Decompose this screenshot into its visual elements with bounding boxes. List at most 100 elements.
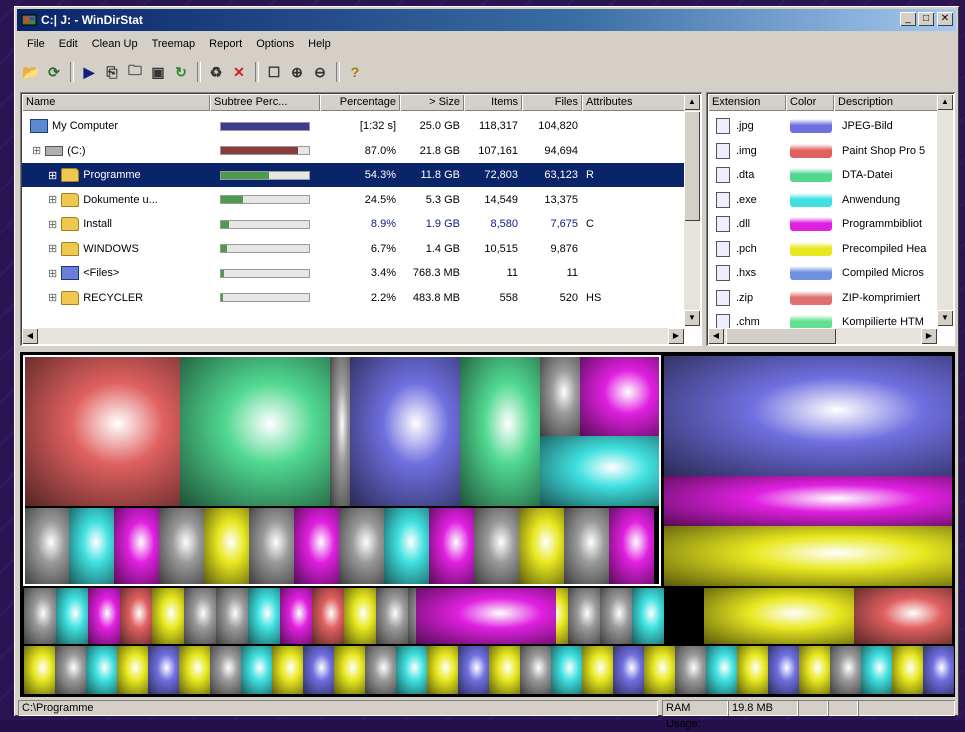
maximize-button[interactable]: □ bbox=[918, 12, 934, 26]
tree-row[interactable]: My Computer [1:32 s] 25.0 GB 118,317 104,820 bbox=[22, 114, 686, 138]
subtree-percentage-cell bbox=[210, 195, 320, 204]
scroll-right-arrow-icon[interactable]: ▶ bbox=[921, 328, 937, 344]
scroll-down-arrow-icon[interactable]: ▼ bbox=[684, 310, 700, 326]
toolbar-separator bbox=[336, 62, 340, 82]
ext-horizontal-scrollbar[interactable]: ◀ ▶ bbox=[708, 328, 937, 344]
subtree-percentage-bar bbox=[220, 244, 310, 253]
help-button[interactable]: ? bbox=[344, 61, 366, 83]
tree-row[interactable]: ⊞ WINDOWS 6.7% 1.4 GB 10,515 9,876 bbox=[22, 237, 686, 261]
menu-report[interactable]: Report bbox=[202, 36, 249, 56]
treemap-tile bbox=[416, 588, 556, 644]
expand-icon[interactable]: ⊞ bbox=[32, 144, 41, 157]
tree-row[interactable]: ⊞ RECYCLER 2.2% 483.8 MB 558 520 HS bbox=[22, 286, 686, 310]
tree-horizontal-scrollbar[interactable]: ◀ ▶ bbox=[22, 328, 684, 344]
extension-name: .exe bbox=[736, 193, 757, 206]
file-type-icon bbox=[716, 216, 730, 232]
properties-button[interactable]: ☐ bbox=[263, 61, 285, 83]
column-header-percentage[interactable]: Percentage bbox=[320, 94, 400, 111]
refresh-button[interactable]: ⟳ bbox=[43, 61, 65, 83]
column-header--size[interactable]: > Size bbox=[400, 94, 464, 111]
explorer-button[interactable]: 🗀 bbox=[124, 61, 146, 83]
column-header-extension[interactable]: Extension bbox=[708, 94, 786, 111]
extension-row[interactable]: .zip ZIP-komprimiert bbox=[708, 286, 946, 310]
menu-clean-up[interactable]: Clean Up bbox=[85, 36, 145, 56]
treemap-tile bbox=[376, 588, 408, 644]
copy-button[interactable]: ⎘ bbox=[101, 61, 123, 83]
tree-row[interactable]: ⊞ <Files> 3.4% 768.3 MB 11 11 bbox=[22, 261, 686, 285]
computer-icon bbox=[30, 119, 48, 133]
tree-row[interactable]: ⊞ Dokumente u... 24.5% 5.3 GB 14,549 13,375 bbox=[22, 188, 686, 212]
extension-row[interactable]: .jpg JPEG-Bild bbox=[708, 114, 946, 138]
treemap-tile bbox=[458, 646, 489, 694]
subtree-bar-fill bbox=[221, 294, 223, 301]
menu-edit[interactable]: Edit bbox=[52, 36, 85, 56]
extension-description: Paint Shop Pro 5 bbox=[842, 144, 926, 157]
expand-icon[interactable]: ⊞ bbox=[48, 218, 57, 231]
treemap-tile bbox=[854, 588, 952, 644]
cmd-button[interactable]: ▣ bbox=[147, 61, 169, 83]
treemap-tile bbox=[520, 646, 551, 694]
close-button[interactable]: ✕ bbox=[937, 12, 953, 26]
menu-help[interactable]: Help bbox=[301, 36, 338, 56]
treemap-tile bbox=[632, 588, 664, 644]
tree-size-cell: 21.8 GB bbox=[419, 144, 460, 157]
extension-color-swatch bbox=[790, 241, 832, 256]
menu-treemap[interactable]: Treemap bbox=[145, 36, 203, 56]
resize-grip[interactable] bbox=[858, 700, 955, 716]
open-button[interactable]: 📂 bbox=[20, 61, 42, 83]
tree-row[interactable]: ⊞ Install 8.9% 1.9 GB 8,580 7,675 C bbox=[22, 212, 686, 236]
scroll-left-arrow-icon[interactable]: ◀ bbox=[22, 328, 38, 344]
title-bar[interactable]: C:| J: - WinDirStat _ □ ✕ bbox=[17, 9, 956, 31]
extension-row[interactable]: .pch Precompiled Hea bbox=[708, 237, 946, 261]
scroll-up-arrow-icon[interactable]: ▲ bbox=[684, 94, 700, 110]
expand-icon[interactable]: ⊞ bbox=[48, 242, 57, 255]
scroll-down-arrow-icon[interactable]: ▼ bbox=[937, 310, 953, 326]
file-type-icon bbox=[716, 191, 730, 208]
menu-options[interactable]: Options bbox=[249, 36, 301, 56]
treemap[interactable] bbox=[20, 352, 955, 697]
tree-vertical-scrollbar[interactable]: ▲ ▼ bbox=[684, 94, 700, 326]
tree-percentage-cell: 6.7% bbox=[370, 242, 396, 255]
play-button[interactable]: ▶ bbox=[78, 61, 100, 83]
scroll-thumb[interactable] bbox=[726, 328, 836, 344]
column-header-items[interactable]: Items bbox=[464, 94, 522, 111]
expand-icon[interactable]: ⊞ bbox=[48, 267, 57, 280]
column-header-name[interactable]: Name bbox=[22, 94, 210, 111]
column-header-subtree-perc-[interactable]: Subtree Perc... bbox=[210, 94, 320, 111]
column-header-attributes[interactable]: Attributes bbox=[582, 94, 686, 111]
extension-row[interactable]: .dta DTA-Datei bbox=[708, 163, 946, 187]
scroll-thumb[interactable] bbox=[684, 111, 700, 221]
treemap-tile bbox=[312, 588, 344, 644]
tree-files-cell: 9,876 bbox=[550, 242, 578, 255]
extension-name: .pch bbox=[736, 242, 757, 255]
expand-icon[interactable]: ⊞ bbox=[48, 291, 57, 304]
delete-button[interactable]: ✕ bbox=[228, 61, 250, 83]
scroll-right-arrow-icon[interactable]: ▶ bbox=[668, 328, 684, 344]
tree-percentage-cell: 8.9% bbox=[370, 218, 396, 230]
extension-row[interactable]: .dll Programmbibliot bbox=[708, 212, 946, 236]
tree-attributes-cell: HS bbox=[586, 291, 602, 304]
extension-row[interactable]: .hxs Compiled Micros bbox=[708, 261, 946, 285]
menu-file[interactable]: File bbox=[20, 36, 52, 56]
scroll-left-arrow-icon[interactable]: ◀ bbox=[708, 328, 724, 344]
expand-icon[interactable]: ⊞ bbox=[48, 193, 57, 206]
tree-item-name: Install bbox=[83, 218, 112, 230]
tree-row[interactable]: ⊞ Programme 54.3% 11.8 GB 72,803 63,123 R bbox=[22, 163, 686, 187]
column-header-description[interactable]: Description bbox=[834, 94, 944, 111]
minimize-button[interactable]: _ bbox=[900, 12, 916, 26]
refresh-all-button[interactable]: ↻ bbox=[170, 61, 192, 83]
column-header-files[interactable]: Files bbox=[522, 94, 582, 111]
column-header-color[interactable]: Color bbox=[786, 94, 834, 111]
zoom-out-button[interactable]: ⊖ bbox=[309, 61, 331, 83]
extension-name: .dta bbox=[736, 169, 755, 181]
scroll-up-arrow-icon[interactable]: ▲ bbox=[937, 94, 953, 110]
tree-row[interactable]: ⊞ (C:) 87.0% 21.8 GB 107,161 94,694 bbox=[22, 139, 686, 163]
treemap-tile bbox=[303, 646, 334, 694]
zoom-in-button[interactable]: ⊕ bbox=[286, 61, 308, 83]
treemap-tile bbox=[24, 646, 55, 694]
extension-row[interactable]: .exe Anwendung bbox=[708, 188, 946, 212]
recycle-button[interactable]: ♻ bbox=[205, 61, 227, 83]
ext-vertical-scrollbar[interactable]: ▲ ▼ bbox=[937, 94, 953, 326]
expand-icon[interactable]: ⊞ bbox=[48, 169, 57, 182]
extension-row[interactable]: .img Paint Shop Pro 5 bbox=[708, 139, 946, 163]
